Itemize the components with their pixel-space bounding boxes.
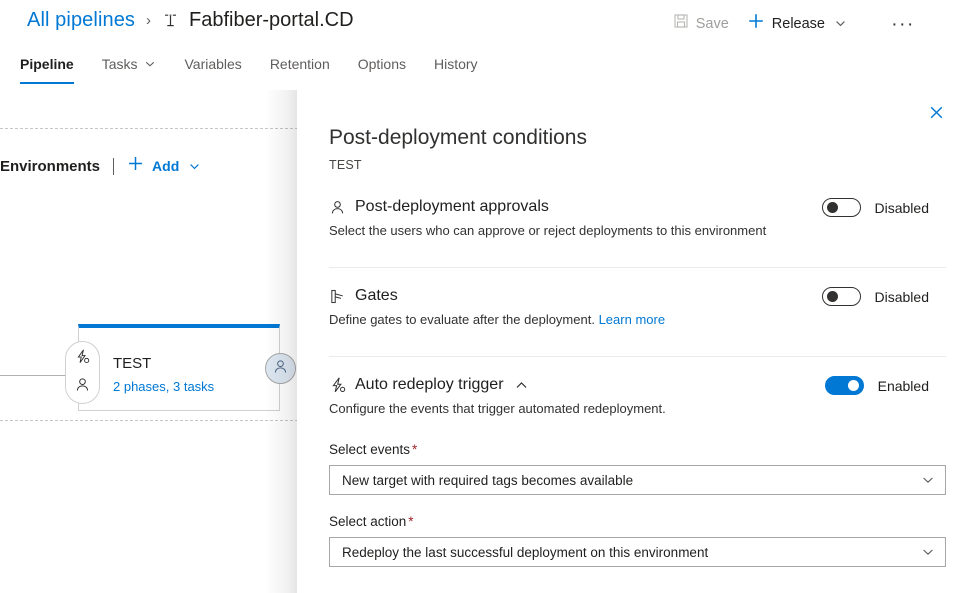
section-description: Configure the events that trigger automa… — [329, 401, 946, 416]
tab-variables-label: Variables — [184, 56, 241, 72]
person-icon — [74, 376, 91, 398]
person-icon — [272, 358, 289, 380]
save-icon — [673, 13, 689, 34]
environment-phases-link[interactable]: 2 phases, 3 tasks — [113, 379, 214, 394]
environment-card-test[interactable]: TEST 2 phases, 3 tasks — [78, 324, 280, 411]
gates-toggle[interactable] — [822, 287, 861, 306]
section-title: Gates — [355, 287, 398, 305]
auto-redeploy-trigger-toggle[interactable] — [825, 376, 864, 395]
select-action-label: Select action* — [329, 514, 946, 529]
auto-redeploy-toggle-label: Enabled — [878, 378, 929, 394]
tab-variables[interactable]: Variables — [184, 52, 241, 84]
select-action-label-text: Select action — [329, 514, 406, 529]
tab-options[interactable]: Options — [358, 52, 406, 84]
add-environment-label: Add — [152, 158, 179, 174]
breadcrumb: All pipelines › Fabfiber-portal.CD — [27, 9, 354, 32]
tab-pipeline[interactable]: Pipeline — [20, 52, 74, 84]
select-action-value: Redeploy the last successful deployment … — [342, 545, 708, 560]
gates-toggle-label: Disabled — [875, 289, 929, 305]
tab-retention[interactable]: Retention — [270, 52, 330, 84]
breadcrumb-current-pipeline: Fabfiber-portal.CD — [189, 9, 354, 32]
select-events-value: New target with required tags becomes av… — [342, 473, 633, 488]
section-header: Auto redeploy trigger Enabled — [329, 376, 946, 394]
approvals-toggle-group: Disabled — [822, 198, 929, 217]
release-button[interactable]: Release — [747, 12, 847, 35]
save-label: Save — [696, 16, 729, 32]
panel-subtitle: TEST — [329, 158, 362, 172]
post-deployment-conditions-button[interactable] — [265, 353, 296, 384]
section-header: Gates Disabled — [329, 287, 946, 305]
chevron-down-icon[interactable] — [834, 17, 847, 30]
section-title: Post-deployment approvals — [355, 198, 549, 216]
tab-pipeline-label: Pipeline — [20, 56, 74, 72]
more-options-button[interactable]: ··· — [891, 15, 915, 35]
environments-header: Environments Add — [0, 155, 201, 177]
page-title: Post-deployment conditions — [329, 126, 587, 150]
save-button[interactable]: Save — [673, 13, 729, 34]
environment-name: TEST — [113, 355, 151, 372]
select-action-dropdown[interactable]: Redeploy the last successful deployment … — [329, 537, 946, 567]
select-events-dropdown[interactable]: New target with required tags becomes av… — [329, 465, 946, 495]
top-bar: All pipelines › Fabfiber-portal.CD — [0, 0, 963, 49]
pre-deployment-conditions-button[interactable] — [65, 341, 100, 404]
required-marker: * — [412, 442, 417, 457]
chevron-up-icon[interactable] — [514, 378, 529, 393]
plus-icon — [747, 12, 765, 35]
tab-history-label: History — [434, 56, 478, 72]
divider — [113, 158, 114, 175]
section-header: Post-deployment approvals Disabled — [329, 198, 946, 216]
section-divider — [329, 267, 946, 268]
section-divider — [329, 356, 946, 357]
lightning-gear-icon — [74, 348, 91, 370]
tab-history[interactable]: History — [434, 52, 478, 84]
breadcrumb-all-pipelines[interactable]: All pipelines — [27, 9, 135, 32]
plus-icon — [127, 155, 144, 177]
chevron-down-icon[interactable] — [144, 58, 156, 70]
required-marker: * — [408, 514, 413, 529]
toolbar: Save Release ··· — [673, 12, 865, 35]
approvals-toggle-label: Disabled — [875, 200, 929, 216]
chevron-down-icon[interactable] — [921, 545, 935, 559]
section-post-deployment-approvals: Post-deployment approvals Disabled Selec… — [329, 198, 946, 238]
person-icon — [329, 199, 351, 216]
gates-toggle-group: Disabled — [822, 287, 929, 306]
gate-icon — [329, 288, 351, 305]
breadcrumb-separator: › — [146, 12, 151, 29]
add-environment-button[interactable]: Add — [127, 155, 201, 177]
release-label: Release — [772, 16, 825, 32]
pipeline-icon — [161, 11, 180, 30]
environments-label: Environments — [0, 158, 100, 175]
release-pipeline-editor: All pipelines › Fabfiber-portal.CD — [0, 0, 963, 593]
select-events-label: Select events* — [329, 442, 946, 457]
section-auto-redeploy-trigger: Auto redeploy trigger Enabled Configure … — [329, 376, 946, 416]
section-description: Select the users who can approve or reje… — [329, 223, 946, 238]
close-icon[interactable] — [921, 97, 951, 127]
section-gates: Gates Disabled Define gates to evaluate … — [329, 287, 946, 327]
field-select-events: Select events* New target with required … — [329, 442, 946, 495]
gates-learn-more-link[interactable]: Learn more — [599, 312, 665, 327]
auto-redeploy-toggle-group: Enabled — [825, 376, 929, 395]
section-description: Define gates to evaluate after the deplo… — [329, 312, 946, 327]
tab-tasks-label: Tasks — [102, 56, 138, 72]
field-select-action: Select action* Redeploy the last success… — [329, 514, 946, 567]
select-events-label-text: Select events — [329, 442, 410, 457]
lightning-gear-icon — [329, 376, 351, 394]
post-deployment-approvals-toggle[interactable] — [822, 198, 861, 217]
tab-retention-label: Retention — [270, 56, 330, 72]
post-deployment-conditions-panel: Post-deployment conditions TEST Post-dep… — [297, 90, 963, 593]
chevron-down-icon[interactable] — [188, 160, 201, 173]
chevron-down-icon[interactable] — [921, 473, 935, 487]
gates-description-text: Define gates to evaluate after the deplo… — [329, 312, 595, 327]
tab-bar: Pipeline Tasks Variables Retention Optio… — [0, 52, 963, 90]
section-title: Auto redeploy trigger — [355, 376, 504, 394]
tab-options-label: Options — [358, 56, 406, 72]
tab-tasks[interactable]: Tasks — [102, 52, 157, 84]
